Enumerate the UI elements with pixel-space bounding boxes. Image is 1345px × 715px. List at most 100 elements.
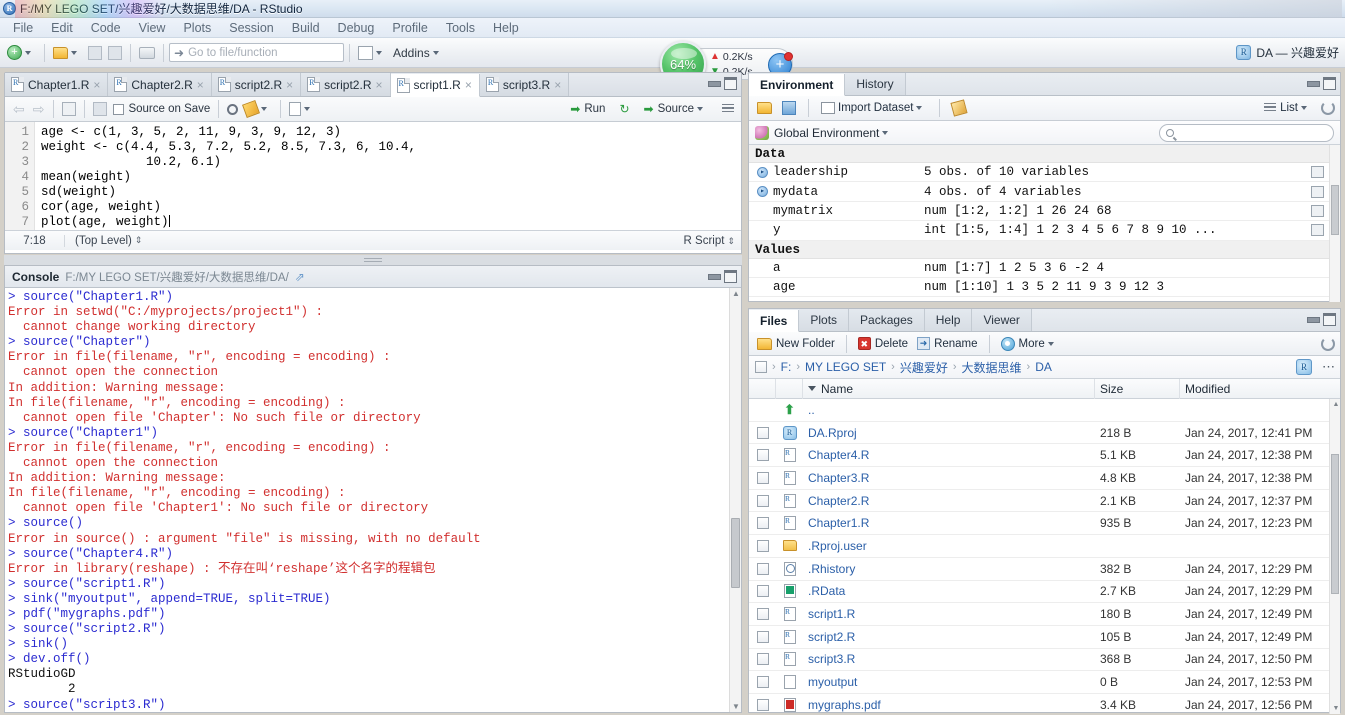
rename-button[interactable]: ➜ Rename — [914, 332, 980, 356]
file-name[interactable]: Chapter1.R — [803, 516, 1095, 530]
view-table-icon[interactable] — [1311, 224, 1324, 237]
view-table-icon[interactable] — [1311, 166, 1324, 179]
breadcrumb-item-da[interactable]: DA — [1035, 360, 1052, 374]
name-column-header[interactable]: Name — [803, 378, 1095, 399]
minimize-icon[interactable] — [1306, 313, 1320, 326]
find-replace-button[interactable] — [224, 97, 241, 121]
table-row[interactable]: .RData 2.7 KB Jan 24, 2017, 12:29 PM — [749, 581, 1340, 604]
file-name[interactable]: script2.R — [803, 630, 1095, 644]
file-name[interactable]: .Rhistory — [803, 562, 1095, 576]
environment-search-input[interactable] — [1159, 124, 1334, 142]
compile-report-button[interactable] — [286, 97, 318, 121]
source-tab-chapter2[interactable]: Chapter2.R × — [108, 73, 212, 96]
environment-row[interactable]: a num [1:7] 1 2 5 3 6 -2 4 — [749, 259, 1340, 278]
source-on-save-toggle[interactable]: Source on Save — [110, 97, 213, 121]
scrollbar-thumb[interactable] — [1331, 454, 1339, 594]
scroll-up-icon[interactable]: ▲ — [732, 289, 740, 298]
file-name[interactable]: script3.R — [803, 652, 1095, 666]
back-arrow-icon[interactable]: ⇦ — [9, 101, 29, 118]
file-name[interactable]: script1.R — [803, 607, 1095, 621]
menu-session[interactable]: Session — [220, 19, 282, 37]
row-checkbox[interactable] — [756, 608, 769, 621]
expand-icon[interactable]: ▸ — [757, 186, 768, 198]
table-row[interactable]: R DA.Rproj 218 B Jan 24, 2017, 12:41 PM — [749, 422, 1340, 445]
row-checkbox-cell[interactable] — [749, 494, 776, 507]
addins-button[interactable]: Addins — [390, 41, 447, 65]
menu-tools[interactable]: Tools — [437, 19, 484, 37]
document-type-selector[interactable]: R Script ⇕ — [684, 235, 735, 247]
scroll-down-icon[interactable]: ▼ — [1333, 705, 1340, 712]
table-row[interactable]: Chapter3.R 4.8 KB Jan 24, 2017, 12:38 PM — [749, 467, 1340, 490]
row-checkbox-cell[interactable] — [749, 539, 776, 552]
file-name[interactable]: Chapter4.R — [803, 448, 1095, 462]
save-workspace-button[interactable] — [779, 96, 799, 120]
tab-plots[interactable]: Plots — [799, 309, 850, 331]
file-name[interactable]: .. — [803, 403, 1095, 417]
row-checkbox[interactable] — [756, 449, 769, 462]
modified-column-header[interactable]: Modified — [1180, 379, 1340, 399]
close-icon[interactable]: × — [375, 78, 382, 92]
code-tools-button[interactable] — [241, 97, 275, 121]
horizontal-splitter[interactable] — [4, 255, 742, 265]
source-tab-script1[interactable]: script1.R × — [390, 74, 480, 97]
close-icon[interactable]: × — [197, 78, 204, 92]
table-row[interactable]: .Rhistory 382 B Jan 24, 2017, 12:29 PM — [749, 558, 1340, 581]
breadcrumb-item-f[interactable]: F: — [781, 360, 792, 374]
new-file-button[interactable]: + — [4, 41, 39, 65]
source-tab-script2-b[interactable]: script2.R × — [301, 73, 391, 96]
scroll-up-icon[interactable]: ▲ — [1333, 401, 1340, 408]
row-checkbox[interactable] — [756, 517, 769, 530]
close-icon[interactable]: × — [286, 78, 293, 92]
files-list[interactable]: ⬆.. R DA.Rproj 218 B Jan 24, 2017, 12:41 PM C… — [749, 399, 1340, 714]
file-name[interactable]: .Rproj.user — [803, 539, 1095, 553]
tab-viewer[interactable]: Viewer — [972, 309, 1032, 331]
code-lines[interactable]: age <- c(1, 3, 5, 2, 11, 9, 3, 9, 12, 3)… — [35, 122, 416, 230]
source-button[interactable]: ➡ Source — [641, 97, 712, 121]
environment-row[interactable]: mymatrix num [1:2, 1:2] 1 26 24 68 — [749, 202, 1340, 222]
close-icon[interactable]: × — [93, 78, 100, 92]
load-workspace-button[interactable] — [754, 96, 775, 120]
source-tab-script3[interactable]: script3.R × — [479, 73, 570, 96]
view-table-icon[interactable] — [1311, 204, 1324, 217]
console-scrollbar[interactable]: ▲ ▼ — [729, 288, 741, 712]
menu-plots[interactable]: Plots — [174, 19, 220, 37]
row-checkbox-cell[interactable] — [749, 653, 776, 666]
maximize-icon[interactable] — [1323, 77, 1336, 90]
source-tab-script2-a[interactable]: script2.R × — [211, 73, 302, 96]
environment-scope-selector[interactable]: Global Environment — [749, 121, 1340, 145]
minimize-icon[interactable] — [707, 77, 721, 90]
table-row[interactable]: script1.R 180 B Jan 24, 2017, 12:49 PM — [749, 603, 1340, 626]
maximize-icon[interactable] — [1323, 313, 1336, 326]
menu-debug[interactable]: Debug — [329, 19, 384, 37]
menu-edit[interactable]: Edit — [42, 19, 82, 37]
row-checkbox-cell[interactable] — [749, 449, 776, 462]
rerun-button[interactable]: ↻ — [616, 97, 632, 121]
files-scrollbar[interactable]: ▲ ▼ — [1329, 399, 1340, 714]
clear-workspace-button[interactable] — [949, 96, 969, 120]
row-checkbox-cell[interactable] — [749, 585, 776, 598]
file-name[interactable]: Chapter3.R — [803, 471, 1095, 485]
save-all-button[interactable] — [105, 41, 125, 65]
row-checkbox[interactable] — [756, 562, 769, 575]
forward-arrow-icon[interactable]: ⇨ — [29, 101, 49, 118]
select-all-checkbox[interactable] — [755, 361, 767, 373]
scroll-down-icon[interactable]: ▼ — [732, 702, 740, 711]
minimize-icon[interactable] — [707, 270, 721, 283]
row-checkbox[interactable] — [756, 676, 769, 689]
code-editor[interactable]: 1 2 3 4 5 6 7 age <- c(1, 3, 5, 2, 11, 9… — [5, 122, 741, 230]
menu-build[interactable]: Build — [283, 19, 329, 37]
outline-button[interactable] — [719, 97, 737, 121]
save-button[interactable] — [85, 41, 105, 65]
tab-environment[interactable]: Environment — [749, 74, 846, 96]
refresh-icon[interactable] — [1321, 101, 1335, 115]
show-in-new-window-button[interactable] — [59, 97, 79, 121]
editor-save-button[interactable] — [90, 97, 110, 121]
scope-selector[interactable]: (Top Level) — [65, 235, 132, 247]
file-name[interactable]: Chapter2.R — [803, 494, 1095, 508]
row-checkbox[interactable] — [756, 630, 769, 643]
environment-row[interactable]: ▸ leadership 5 obs. of 10 variables — [749, 163, 1340, 183]
delete-button[interactable]: ✖ Delete — [855, 332, 911, 356]
menu-profile[interactable]: Profile — [383, 19, 436, 37]
new-folder-button[interactable]: New Folder — [754, 332, 838, 356]
tab-history[interactable]: History — [845, 73, 906, 95]
